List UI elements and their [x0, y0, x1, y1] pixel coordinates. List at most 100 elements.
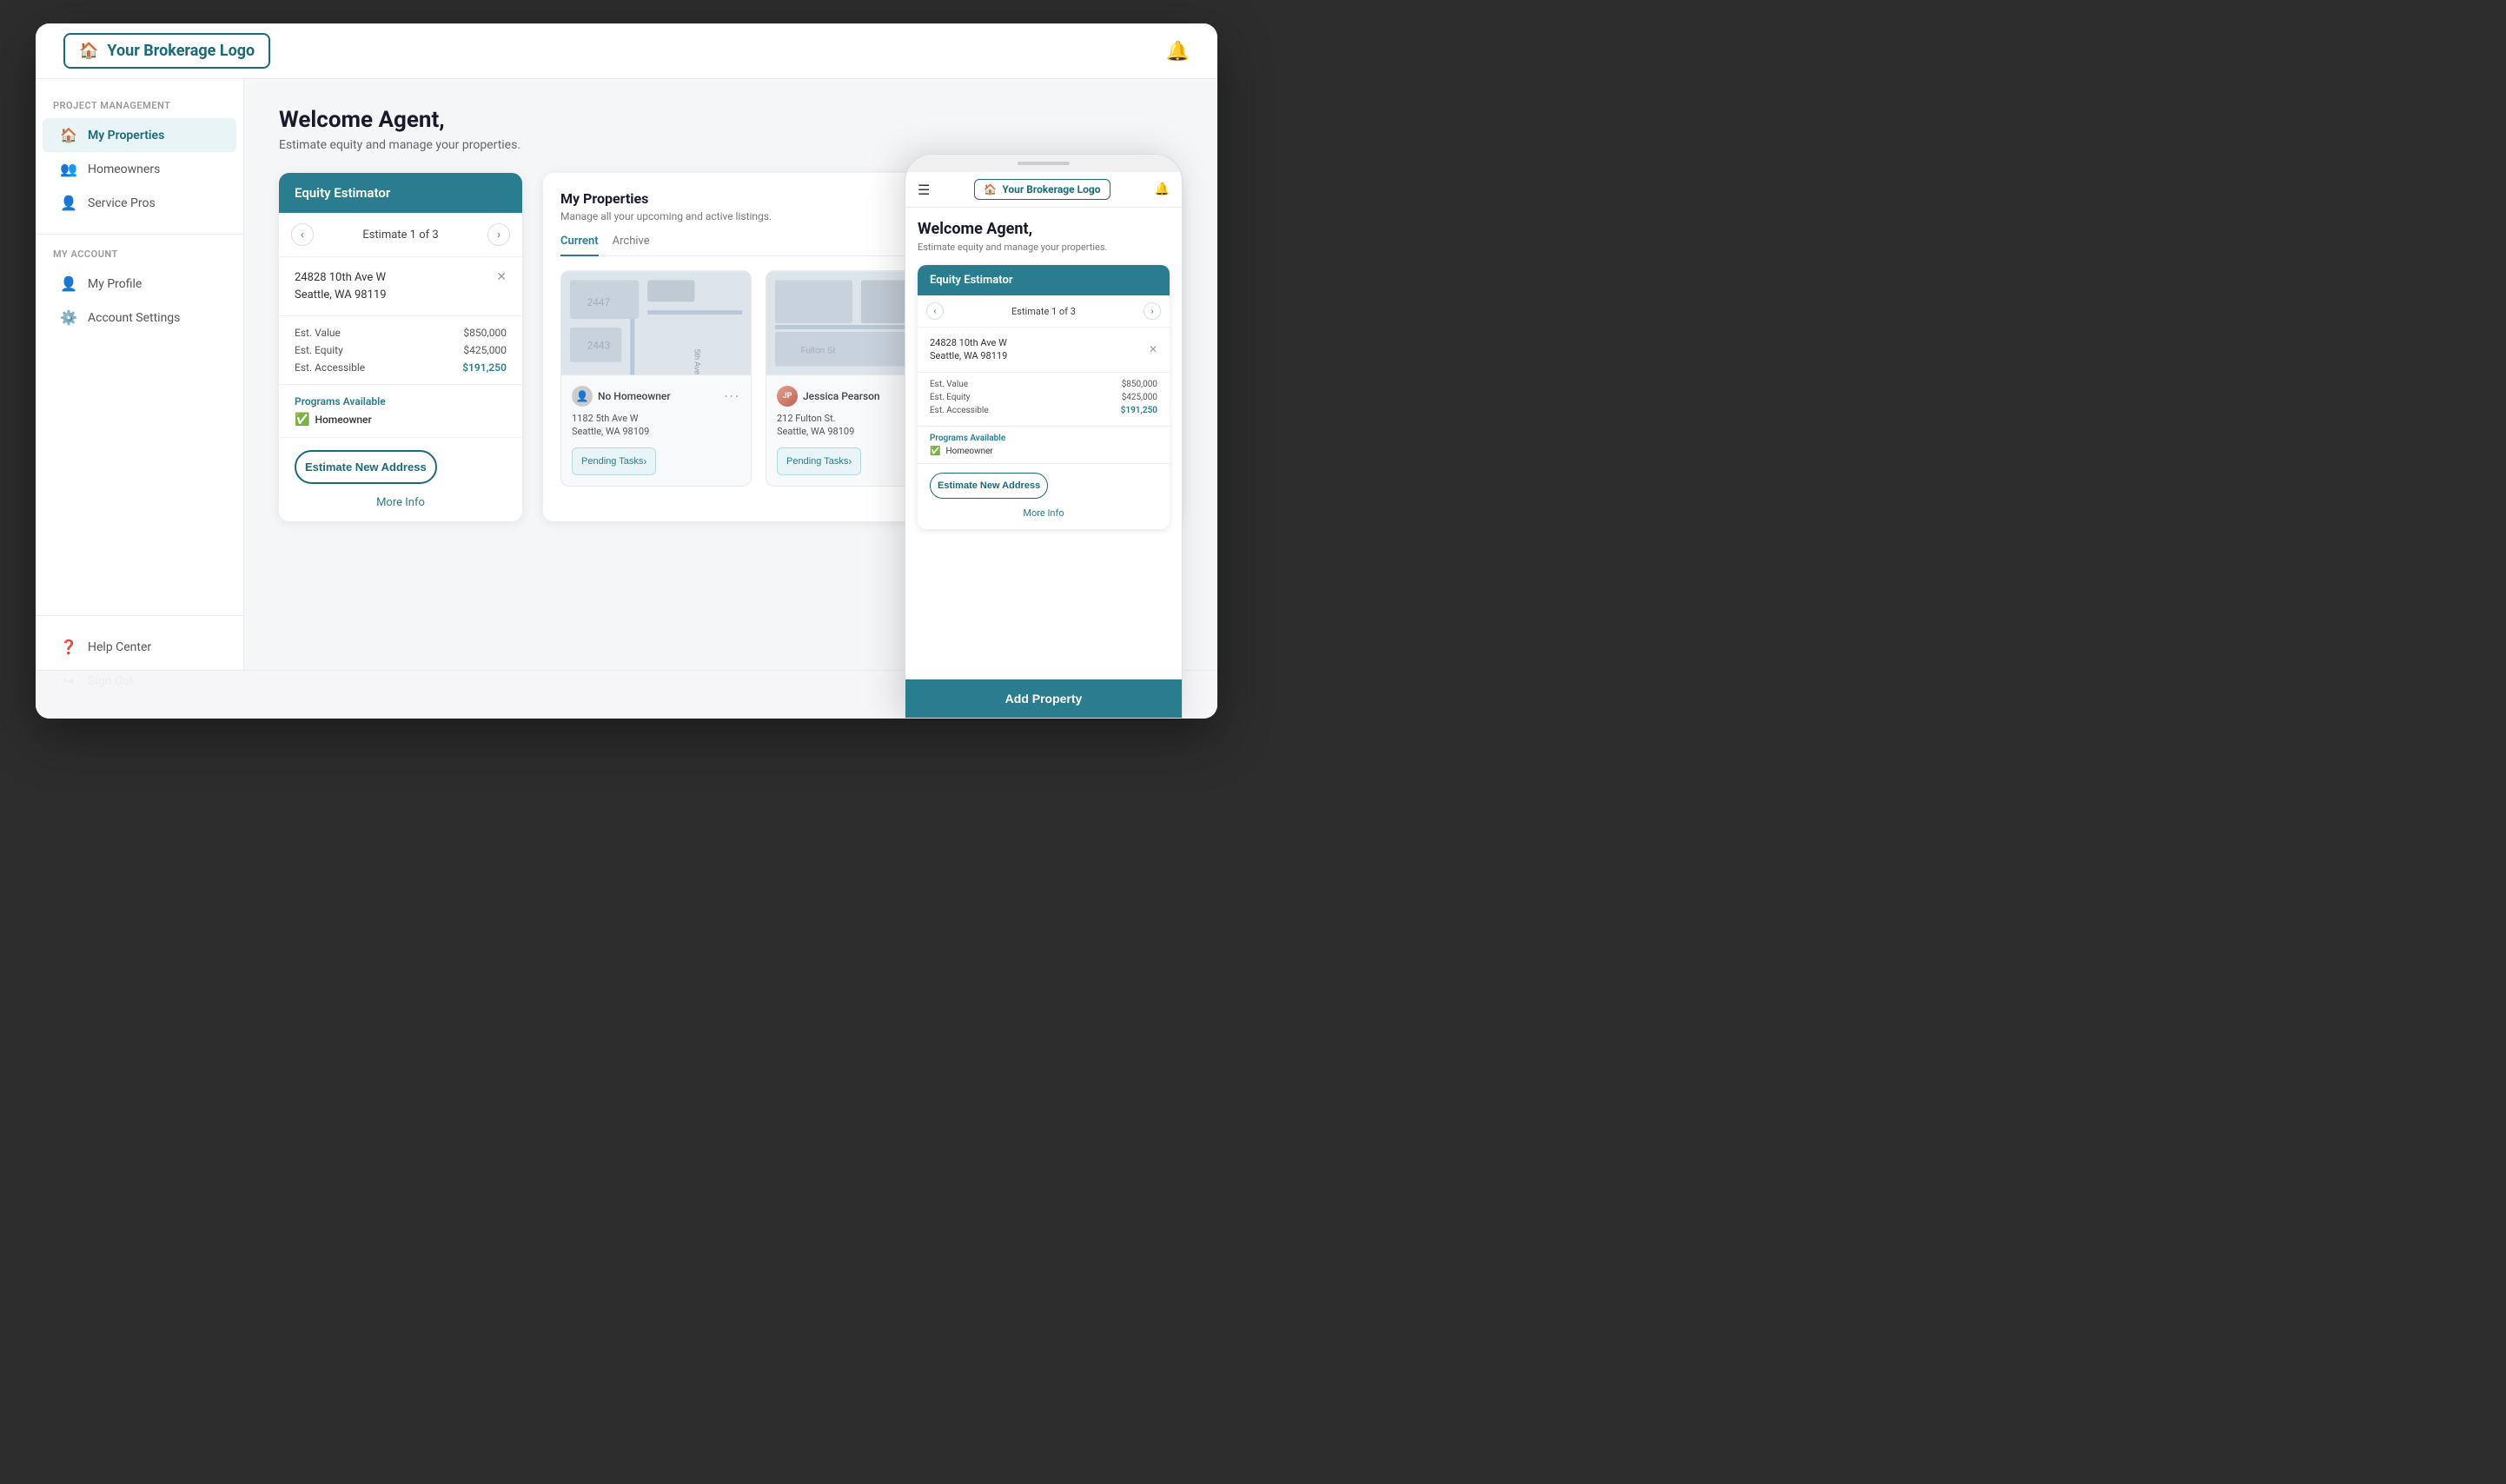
- mobile-equity-close[interactable]: ✕: [1149, 336, 1157, 363]
- est-equity: $425,000: [463, 344, 507, 356]
- mobile-est-equity-label: Est. Equity: [930, 393, 970, 402]
- sidebar-item-account-settings[interactable]: ⚙️ Account Settings: [43, 301, 236, 335]
- mobile-est-value: $850,000: [1122, 380, 1157, 389]
- property-card-1-body: 👤 No Homeowner ··· 1182 5th Ave W Seattl…: [561, 375, 751, 486]
- equity-header: Equity Estimator: [279, 173, 522, 213]
- est-value: $850,000: [463, 327, 507, 339]
- property-card-1: 2447 2443 5th Ave W 👤 No Homeowner: [560, 270, 752, 487]
- notification-bell[interactable]: 🔔: [1166, 40, 1190, 63]
- owner-info-1: 👤 No Homeowner: [572, 386, 671, 407]
- mobile-equity-next[interactable]: ›: [1144, 302, 1161, 320]
- estimate-new-address-button[interactable]: Estimate New Address: [295, 450, 437, 484]
- sidebar-label-account-settings: Account Settings: [88, 311, 180, 325]
- top-bar: 🏠 Your Brokerage Logo 🔔: [36, 23, 1217, 79]
- notch-bar: [1018, 162, 1070, 165]
- sidebar-item-service-pros[interactable]: 👤 Service Pros: [43, 186, 236, 220]
- sidebar-label-service-pros: Service Pros: [88, 196, 156, 210]
- mobile-check-icon: ✅: [930, 447, 940, 456]
- est-equity-label: Est. Equity: [295, 344, 343, 356]
- equity-next-button[interactable]: ›: [487, 223, 510, 246]
- sidebar-item-my-properties[interactable]: 🏠 My Properties: [43, 118, 236, 152]
- svg-text:2447: 2447: [587, 296, 610, 308]
- pending-tasks-button-2[interactable]: Pending Tasks ›: [777, 447, 861, 475]
- pending-tasks-label-1: Pending Tasks: [581, 456, 643, 467]
- welcome-heading: Welcome Agent,: [279, 107, 1183, 133]
- owner-name-2: Jessica Pearson: [803, 390, 880, 402]
- owner-name-1: No Homeowner: [598, 390, 671, 402]
- est-equity-row: Est. Equity $425,000: [295, 344, 507, 356]
- mobile-menu-icon[interactable]: ☰: [918, 182, 930, 198]
- equity-close-button[interactable]: ✕: [496, 269, 507, 284]
- equity-nav-label: Estimate 1 of 3: [362, 229, 438, 242]
- profile-icon: 👤: [60, 275, 77, 292]
- pending-tasks-label-2: Pending Tasks: [786, 456, 848, 467]
- pending-tasks-button-1[interactable]: Pending Tasks ›: [572, 447, 656, 475]
- mobile-more-info-link[interactable]: More Info: [918, 504, 1170, 529]
- property-owner-row-1: 👤 No Homeowner ···: [572, 386, 740, 407]
- mobile-add-property-button[interactable]: Add Property: [905, 679, 1182, 718]
- equity-address: 24828 10th Ave W Seattle, WA 98119 ✕: [279, 257, 522, 316]
- help-icon: ❓: [60, 639, 77, 655]
- service-pros-icon: 👤: [60, 195, 77, 211]
- property-map-1: 2447 2443 5th Ave W: [561, 271, 751, 375]
- svg-text:Fulton St: Fulton St: [801, 347, 836, 356]
- programs-section: Programs Available ✅ Homeowner: [279, 385, 522, 438]
- sidebar-item-help-center[interactable]: ❓ Help Center: [43, 630, 236, 664]
- sidebar-label-my-profile: My Profile: [88, 277, 142, 291]
- home-icon: 🏠: [60, 127, 77, 143]
- chevron-right-icon-2: ›: [848, 455, 852, 467]
- mobile-equity-nav-label: Estimate 1 of 3: [1011, 306, 1076, 317]
- homeowners-icon: 👥: [60, 161, 77, 177]
- mobile-equity-header: Equity Estimator: [918, 265, 1170, 295]
- owner-info-2: JP Jessica Pearson: [777, 386, 880, 407]
- svg-text:5th Ave W: 5th Ave W: [693, 349, 702, 375]
- mobile-estimate-new-address-button[interactable]: Estimate New Address: [930, 473, 1048, 499]
- brokerage-logo[interactable]: 🏠 Your Brokerage Logo: [63, 33, 270, 69]
- property-address-1: 1182 5th Ave W Seattle, WA 98109: [572, 412, 740, 439]
- more-info-link[interactable]: More Info: [279, 491, 522, 521]
- jessica-avatar: JP: [777, 386, 798, 407]
- my-account-label: My Account: [36, 248, 243, 260]
- equity-estimator-card: Equity Estimator ‹ Estimate 1 of 3 › 248…: [279, 173, 522, 521]
- mobile-est-accessible-row: Est. Accessible $191,250: [930, 406, 1157, 415]
- est-value-row: Est. Value $850,000: [295, 327, 507, 339]
- mobile-est-accessible: $191,250: [1121, 406, 1157, 415]
- mobile-content: Welcome Agent, Estimate equity and manag…: [905, 208, 1182, 692]
- mobile-logo-text: Your Brokerage Logo: [1002, 183, 1100, 195]
- more-options-1[interactable]: ···: [724, 388, 740, 405]
- project-management-label: Project Management: [36, 100, 243, 111]
- mobile-bell-icon[interactable]: 🔔: [1155, 182, 1170, 196]
- mobile-addr-text: 24828 10th Ave W Seattle, WA 98119: [930, 336, 1007, 363]
- mobile-equity-nav: ‹ Estimate 1 of 3 ›: [918, 295, 1170, 328]
- tab-current[interactable]: Current: [560, 235, 599, 256]
- welcome-subtext: Estimate equity and manage your properti…: [279, 138, 1183, 152]
- home-icon: 🏠: [79, 42, 98, 60]
- est-accessible-row: Est. Accessible $191,250: [295, 361, 507, 374]
- mobile-est-equity: $425,000: [1122, 393, 1157, 402]
- mobile-brokerage-logo[interactable]: 🏠 Your Brokerage Logo: [974, 179, 1110, 200]
- sidebar: Project Management 🏠 My Properties 👥 Hom…: [36, 79, 244, 719]
- homeowner-badge: ✅ Homeowner: [295, 413, 507, 427]
- browser-window: 🏠 Your Brokerage Logo 🔔 Project Manageme…: [36, 23, 1217, 719]
- tab-archive[interactable]: Archive: [613, 235, 650, 256]
- sidebar-label-my-properties: My Properties: [88, 129, 164, 142]
- sidebar-divider: [36, 234, 243, 235]
- logo-text: Your Brokerage Logo: [107, 42, 255, 60]
- equity-nav: ‹ Estimate 1 of 3 ›: [279, 213, 522, 257]
- mobile-home-icon: 🏠: [984, 183, 997, 195]
- homeowner-label: Homeowner: [315, 414, 371, 426]
- mobile-homeowner-label: Homeowner: [945, 447, 992, 456]
- mobile-notch: [905, 155, 1182, 172]
- est-accessible-label: Est. Accessible: [295, 361, 365, 374]
- svg-text:2443: 2443: [587, 340, 611, 352]
- est-accessible: $191,250: [462, 361, 507, 374]
- equity-values: Est. Value $850,000 Est. Equity $425,000…: [279, 316, 522, 385]
- sidebar-item-my-profile[interactable]: 👤 My Profile: [43, 267, 236, 301]
- settings-icon: ⚙️: [60, 309, 77, 326]
- mobile-welcome-heading: Welcome Agent,: [918, 220, 1170, 238]
- sidebar-label-help-center: Help Center: [88, 640, 151, 654]
- sidebar-item-homeowners[interactable]: 👥 Homeowners: [43, 152, 236, 186]
- programs-label: Programs Available: [295, 395, 507, 407]
- equity-prev-button[interactable]: ‹: [291, 223, 314, 246]
- mobile-equity-prev[interactable]: ‹: [926, 302, 944, 320]
